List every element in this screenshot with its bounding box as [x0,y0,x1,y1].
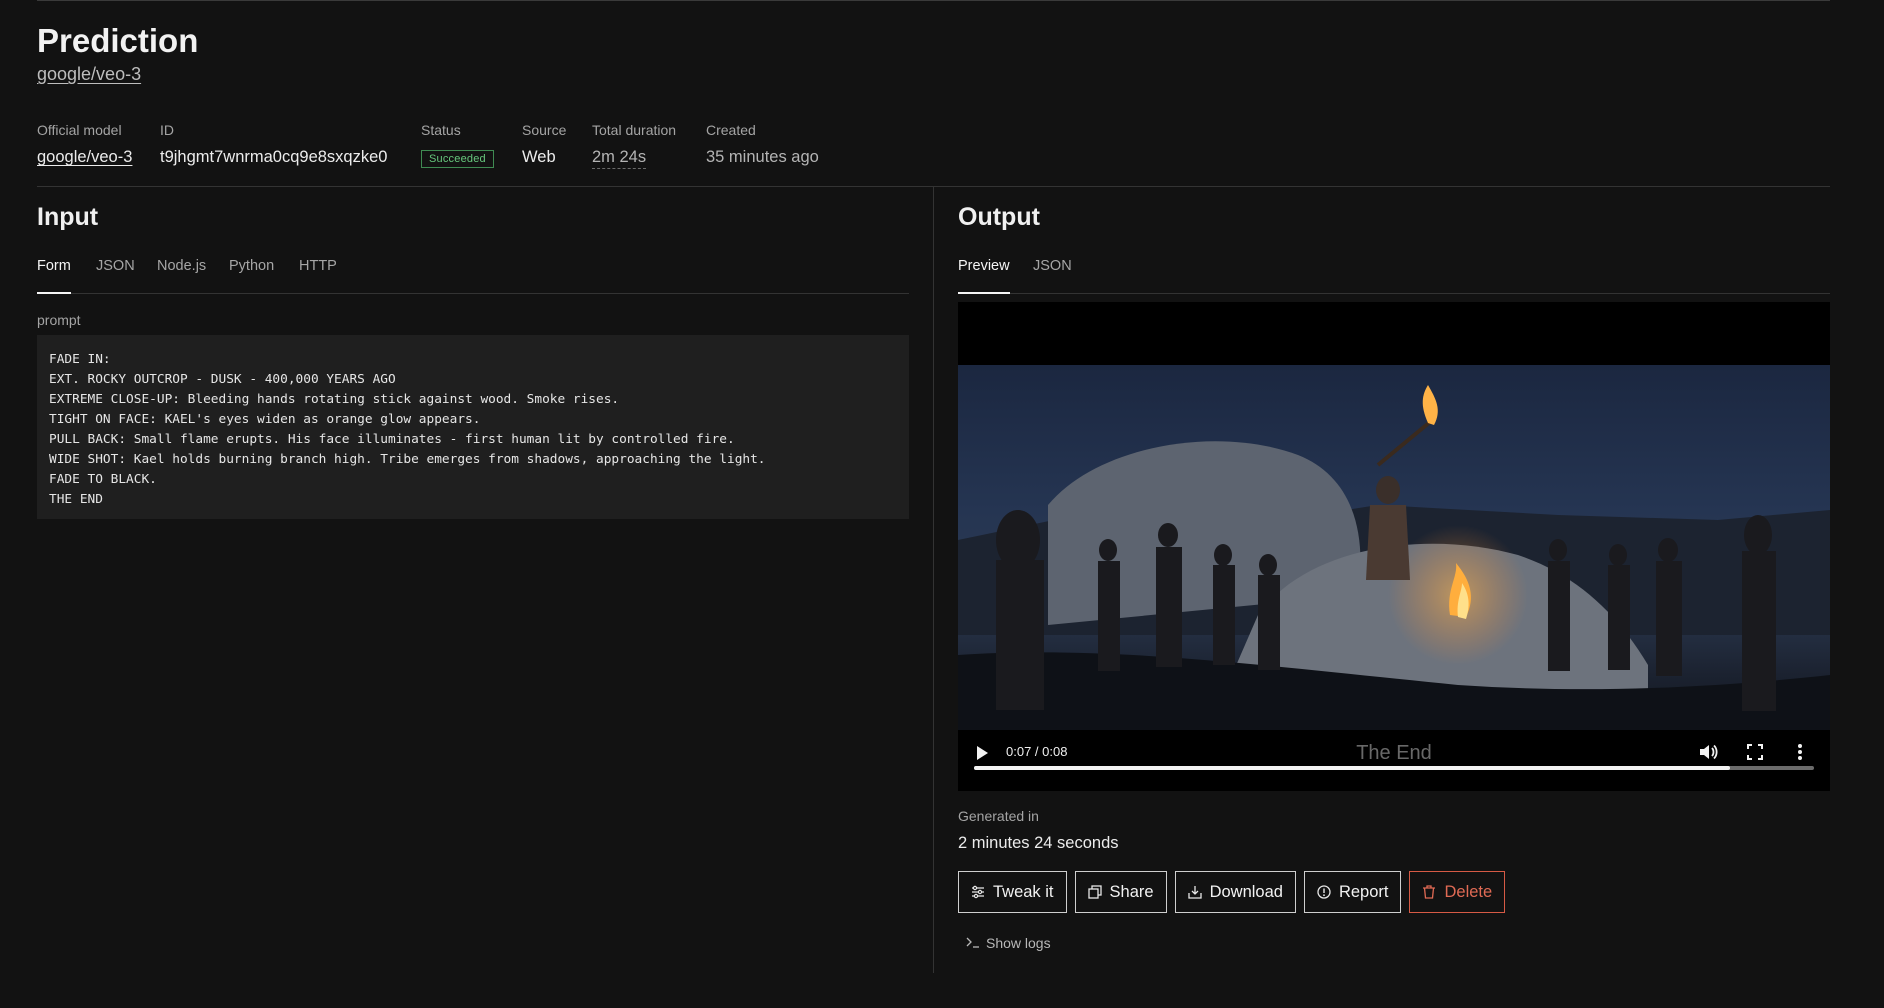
tab-output-json[interactable]: JSON [1033,254,1072,294]
terminal-icon [966,935,980,951]
delete-label: Delete [1444,882,1493,901]
video-progress-bar[interactable] [974,766,1814,770]
meta-label: ID [160,122,174,138]
play-icon[interactable] [975,745,989,766]
video-player[interactable]: The End 0:07 / 0:08 [958,302,1830,791]
tab-json[interactable]: JSON [96,254,135,294]
meta-label: Status [421,122,461,138]
prompt-line: EXTREME CLOSE-UP: Bleeding hands rotatin… [49,392,620,407]
video-progress-fill [974,766,1730,770]
meta-label: Total duration [592,122,677,138]
meta-created: Created 35 minutes ago [706,122,819,167]
tweak-label: Tweak it [993,882,1054,901]
prediction-id: t9jhgmt7wnrma0cq9e8sxqzke0 [160,148,388,166]
prompt-line: FADE IN: [49,352,111,367]
meta-label: Source [522,122,567,138]
meta-source: Source Web [522,122,566,167]
input-title: Input [37,203,99,231]
duration-value[interactable]: 2m 24s [592,148,647,169]
video-frame [958,365,1830,730]
official-model-link[interactable]: google/veo-3 [37,148,132,167]
meta-official-model: Official model google/veo-3 [37,122,132,167]
model-link[interactable]: google/veo-3 [37,64,141,85]
video-frame-illustration [958,385,1830,730]
input-tabs: Form JSON Node.js Python HTTP [37,254,909,294]
prompt-label: prompt [37,312,81,328]
created-value: 35 minutes ago [706,148,819,166]
tweak-button[interactable]: Tweak it [958,871,1067,913]
output-tabs: Preview JSON [958,254,1830,294]
page-title: Prediction [37,22,199,59]
download-button[interactable]: Download [1174,871,1296,913]
trash-icon [1422,885,1436,899]
alert-circle-icon [1317,885,1331,899]
show-logs-toggle[interactable]: Show logs [966,935,1051,951]
prompt-value[interactable]: FADE IN: EXT. ROCKY OUTCROP - DUSK - 400… [37,335,909,519]
report-label: Report [1338,882,1389,901]
output-title: Output [958,203,1040,231]
prompt-line: WIDE SHOT: Kael holds burning branch hig… [49,452,766,467]
video-controls: 0:07 / 0:08 [958,728,1830,791]
tab-http[interactable]: HTTP [299,254,337,294]
generated-label: Generated in [958,808,1039,824]
meta-id: ID t9jhgmt7wnrma0cq9e8sxqzke0 [160,122,387,167]
source-value: Web [522,148,556,166]
tab-form[interactable]: Form [37,254,71,294]
action-bar: Tweak it Share Download Report Delete [958,871,1506,913]
column-divider [933,187,934,973]
generated-value: 2 minutes 24 seconds [958,834,1119,852]
tab-preview[interactable]: Preview [958,254,1010,294]
copy-icon [1087,885,1102,899]
top-divider [37,0,1830,1]
prompt-line: PULL BACK: Small flame erupts. His face … [49,432,735,447]
more-vertical-icon[interactable] [1797,743,1803,766]
video-time: 0:07 / 0:08 [1006,744,1068,759]
sliders-icon [971,885,985,899]
report-button[interactable]: Report [1303,871,1402,913]
show-logs-label: Show logs [986,935,1051,951]
prompt-line: EXT. ROCKY OUTCROP - DUSK - 400,000 YEAR… [49,372,396,387]
volume-icon[interactable] [1698,743,1718,766]
fullscreen-icon[interactable] [1747,744,1763,765]
tab-nodejs[interactable]: Node.js [157,254,206,294]
share-button[interactable]: Share [1074,871,1167,913]
download-icon [1187,885,1202,899]
tab-python[interactable]: Python [229,254,274,294]
meta-duration: Total duration 2m 24s [592,122,676,169]
status-badge: Succeeded [421,150,494,168]
meta-label: Official model [37,122,122,138]
prompt-line: TIGHT ON FACE: KAEL's eyes widen as oran… [49,412,481,427]
meta-label: Created [706,122,756,138]
meta-status: Status Succeeded [421,122,494,168]
prompt-line: FADE TO BLACK. [49,472,157,487]
download-label: Download [1209,882,1283,901]
delete-button[interactable]: Delete [1409,871,1506,913]
prompt-line: THE END [49,492,103,507]
share-label: Share [1109,882,1154,901]
